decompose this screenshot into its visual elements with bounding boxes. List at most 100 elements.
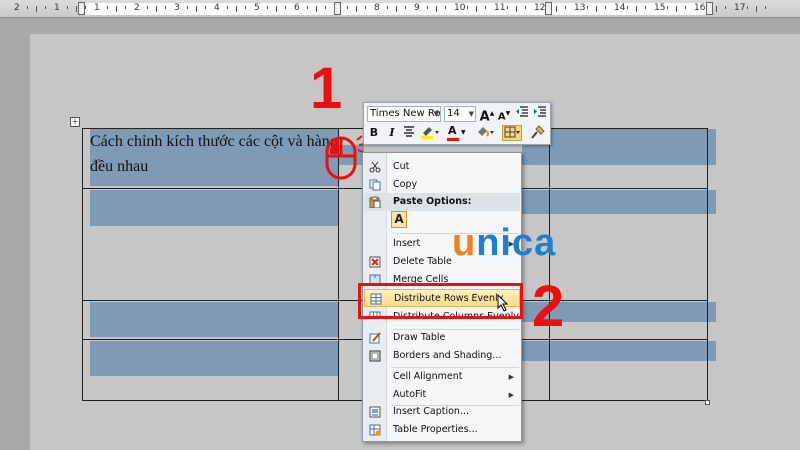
table-properties-icon bbox=[369, 424, 381, 436]
ruler-tick bbox=[36, 6, 37, 12]
ruler-number: 17 bbox=[734, 3, 746, 13]
ruler-tick bbox=[645, 6, 646, 9]
selection-band bbox=[522, 341, 716, 361]
ruler-tick bbox=[245, 6, 246, 9]
ruler-number: 12 bbox=[534, 3, 546, 13]
ruler-tick bbox=[605, 6, 606, 9]
ruler-tick bbox=[45, 6, 46, 9]
ruler-number: 9 bbox=[414, 3, 420, 13]
ruler-number: 4 bbox=[214, 3, 220, 13]
ruler-number: 1 bbox=[94, 3, 100, 13]
ruler-tick bbox=[276, 6, 277, 12]
font-name-box[interactable]: Times New Ron ▼ bbox=[367, 106, 441, 122]
table-border bbox=[549, 128, 550, 401]
grow-font-button[interactable]: A▲ bbox=[479, 106, 495, 124]
format-painter-icon[interactable] bbox=[530, 125, 546, 141]
menu-item-borders-shading[interactable]: Borders and Shading... bbox=[364, 347, 520, 365]
horizontal-ruler[interactable]: 211234567891011121314151617 bbox=[0, 0, 800, 18]
ruler-tick bbox=[525, 6, 526, 9]
ruler-tick bbox=[347, 6, 348, 9]
ruler-tick bbox=[85, 6, 86, 9]
ruler-tick bbox=[756, 6, 757, 12]
decrease-indent-icon[interactable] bbox=[514, 106, 530, 122]
menu-item-autofit[interactable]: AutoFit ▶ bbox=[364, 386, 520, 404]
column-marker[interactable] bbox=[334, 2, 341, 15]
copy-icon bbox=[369, 179, 381, 191]
draw-table-icon bbox=[369, 332, 381, 344]
ruler-tick bbox=[356, 6, 357, 12]
ruler-tick bbox=[507, 6, 508, 9]
ruler-number: 10 bbox=[454, 3, 466, 13]
left-indent-marker[interactable] bbox=[78, 2, 85, 15]
ruler-tick bbox=[285, 6, 286, 9]
caption-icon bbox=[369, 406, 381, 418]
right-indent-marker[interactable] bbox=[706, 2, 713, 15]
menu-item-copy[interactable]: Copy bbox=[364, 176, 520, 194]
ruler-number: 14 bbox=[614, 3, 626, 13]
ruler-tick bbox=[107, 6, 108, 9]
bold-button[interactable]: B bbox=[366, 125, 382, 141]
ruler-tick bbox=[685, 6, 686, 9]
selection-band bbox=[522, 190, 716, 214]
table-cell-text[interactable]: Cách chỉnh kích thước các cột và hàng đề… bbox=[90, 129, 345, 179]
center-align-icon[interactable] bbox=[401, 125, 417, 141]
ruler-tick bbox=[436, 6, 437, 12]
ruler-tick bbox=[267, 6, 268, 9]
ruler-tick bbox=[116, 6, 117, 12]
font-color-button[interactable]: A ▼ bbox=[446, 124, 468, 141]
ruler-tick bbox=[587, 6, 588, 9]
ruler-number: 15 bbox=[654, 3, 666, 13]
ruler-tick bbox=[387, 6, 388, 9]
ruler-tick bbox=[236, 6, 237, 12]
selection-band bbox=[90, 302, 338, 337]
scissors-icon bbox=[369, 161, 381, 173]
increase-indent-icon[interactable] bbox=[532, 106, 548, 122]
ruler-number: 6 bbox=[294, 3, 300, 13]
ruler-tick bbox=[27, 6, 28, 9]
ruler-tick bbox=[485, 6, 486, 9]
table-border bbox=[82, 128, 83, 401]
shrink-font-button[interactable]: A▼ bbox=[496, 106, 512, 122]
ruler-tick bbox=[67, 6, 68, 9]
borders-shading-icon bbox=[369, 350, 381, 362]
menu-item-cut[interactable]: Cut bbox=[364, 158, 520, 176]
font-size-box[interactable]: 14 ▼ bbox=[444, 106, 476, 122]
ruler-tick bbox=[165, 6, 166, 9]
ruler-tick bbox=[516, 6, 517, 12]
column-marker[interactable] bbox=[545, 2, 552, 15]
menu-item-table-properties[interactable]: Table Properties... bbox=[364, 421, 520, 439]
paste-keep-formatting-button[interactable]: A bbox=[391, 211, 407, 228]
ruler-tick bbox=[147, 6, 148, 9]
selection-band bbox=[522, 129, 716, 165]
table-move-handle-icon[interactable]: + bbox=[70, 117, 80, 127]
ruler-tick bbox=[676, 6, 677, 12]
highlight-color-icon[interactable] bbox=[419, 125, 441, 141]
ruler-number: 13 bbox=[574, 3, 586, 13]
italic-button[interactable]: I bbox=[384, 125, 400, 141]
ruler-tick bbox=[227, 6, 228, 9]
menu-item-insert-caption[interactable]: Insert Caption... bbox=[364, 403, 520, 421]
ruler-number: 1 bbox=[54, 3, 60, 13]
ruler-tick bbox=[365, 6, 366, 9]
delete-table-icon bbox=[369, 256, 381, 268]
paste-options-header: Paste Options: bbox=[364, 193, 520, 211]
table-resize-handle[interactable] bbox=[705, 400, 710, 405]
ruler-tick bbox=[76, 6, 77, 12]
shading-icon[interactable] bbox=[474, 125, 496, 141]
ruler-tick bbox=[765, 6, 766, 9]
ruler-tick bbox=[156, 6, 157, 12]
borders-icon[interactable] bbox=[502, 125, 522, 141]
ruler-tick bbox=[636, 6, 637, 12]
step-2-label: 2 bbox=[532, 274, 565, 339]
ruler-tick bbox=[187, 6, 188, 9]
ruler-tick bbox=[716, 6, 717, 12]
ruler-tick bbox=[476, 6, 477, 12]
menu-item-draw-table[interactable]: Draw Table bbox=[364, 329, 520, 347]
ruler-tick bbox=[565, 6, 566, 9]
ruler-number: 3 bbox=[174, 3, 180, 13]
ruler-tick bbox=[307, 6, 308, 9]
menu-item-cell-alignment[interactable]: Cell Alignment ▶ bbox=[364, 368, 520, 386]
step-1-label: 1 bbox=[310, 56, 343, 121]
ruler-tick bbox=[396, 6, 397, 12]
ruler-tick bbox=[747, 6, 748, 9]
